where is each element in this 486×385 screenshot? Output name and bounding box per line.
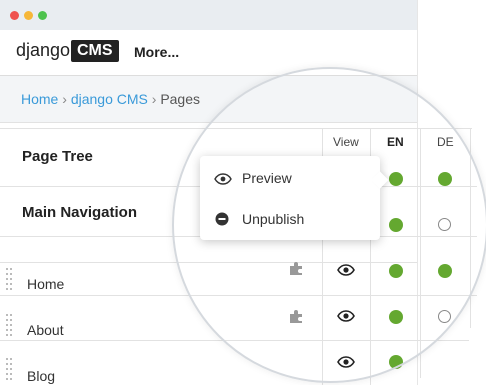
preview-label: Preview — [242, 170, 292, 186]
page-title-blog[interactable]: Blog — [27, 368, 55, 384]
puzzle-icon[interactable] — [289, 309, 305, 323]
status-published-en[interactable] — [389, 310, 403, 324]
page-title-about[interactable]: About — [27, 322, 64, 338]
preview-menu-item[interactable]: Preview — [214, 164, 374, 192]
status-published-de[interactable] — [438, 172, 452, 186]
breadcrumb-separator: › — [62, 91, 67, 107]
column-header-view: View — [333, 135, 359, 149]
status-unpublished-de[interactable] — [438, 310, 451, 323]
breadcrumb-separator: › — [151, 91, 157, 107]
page-title-home[interactable]: Home — [27, 276, 64, 292]
view-eye-icon[interactable] — [337, 356, 355, 368]
status-published-en[interactable] — [389, 218, 403, 232]
view-eye-icon[interactable] — [337, 264, 355, 276]
more-menu-button[interactable]: More... — [134, 44, 179, 60]
column-header-en[interactable]: EN — [387, 135, 404, 149]
puzzle-icon[interactable] — [289, 261, 305, 275]
status-published-en[interactable] — [389, 264, 403, 278]
page-tree-title: Page Tree — [22, 148, 93, 165]
status-published-en[interactable] — [389, 172, 403, 186]
cms-toolbar: django CMS More... — [0, 30, 417, 76]
logo-text[interactable]: django — [16, 40, 70, 61]
unpublish-minus-icon — [215, 212, 229, 226]
drag-handle-icon[interactable] — [6, 314, 14, 344]
view-eye-icon[interactable] — [337, 310, 355, 322]
close-window-button[interactable] — [10, 11, 19, 20]
drag-handle-icon[interactable] — [6, 268, 14, 298]
main-navigation-title: Main Navigation — [22, 204, 138, 221]
preview-eye-icon — [214, 173, 232, 185]
status-published-de[interactable] — [438, 264, 452, 278]
breadcrumb-current: Pages — [160, 91, 201, 107]
unpublish-menu-item[interactable]: Unpublish — [214, 205, 374, 233]
breadcrumb-home-link[interactable]: Home — [21, 91, 58, 107]
breadcrumb: Home › django CMS › Pages — [0, 76, 417, 123]
status-published-en[interactable] — [389, 355, 403, 369]
unpublish-label: Unpublish — [242, 211, 305, 227]
column-header-de[interactable]: DE — [437, 135, 454, 149]
drag-handle-icon[interactable] — [6, 358, 14, 385]
status-popup-menu: Preview Unpublish — [200, 156, 380, 240]
minimize-window-button[interactable] — [24, 11, 33, 20]
maximize-window-button[interactable] — [38, 11, 47, 20]
status-unpublished-de[interactable] — [438, 218, 451, 231]
breadcrumb-section-link[interactable]: django CMS — [71, 91, 148, 107]
window-titlebar — [0, 0, 417, 30]
logo-cms-badge[interactable]: CMS — [71, 40, 119, 62]
